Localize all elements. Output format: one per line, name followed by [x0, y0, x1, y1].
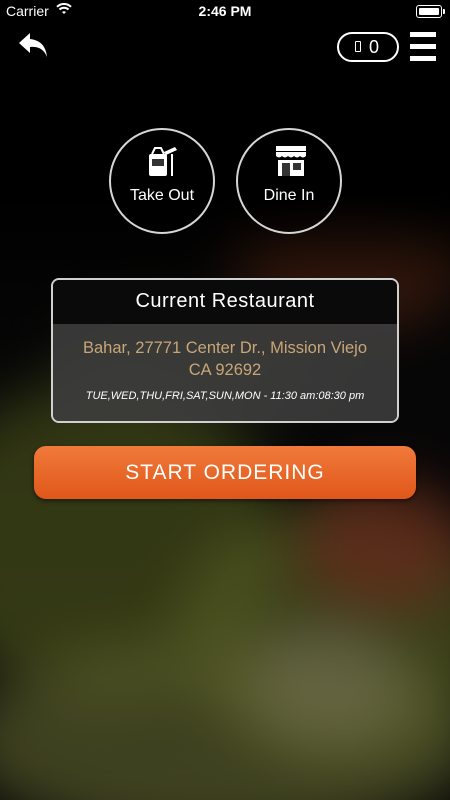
address-line-1: Bahar, 27771 Center Dr., Mission Viejo [82, 339, 368, 357]
restaurant-details: Bahar, 27771 Center Dr., Mission Viejo C… [53, 324, 397, 421]
start-ordering-button[interactable]: START ORDERING [34, 446, 416, 499]
restaurant-address: Bahar, 27771 Center Dr., Mission Viejo C… [53, 337, 397, 381]
card-title: Current Restaurant [53, 280, 397, 324]
current-restaurant-card[interactable]: Current Restaurant Bahar, 27771 Center D… [51, 278, 399, 423]
takeout-bag-icon [149, 147, 177, 176]
back-arrow-icon[interactable] [16, 30, 52, 62]
opening-hours: TUE,WED,THU,FRI,SAT,SUN,MON - 11:30 am:0… [85, 390, 365, 402]
battery-icon [416, 5, 445, 18]
dine-in-button[interactable]: Dine In [236, 128, 342, 234]
take-out-button[interactable]: Take Out [109, 128, 215, 234]
cart-count: 0 [369, 37, 380, 57]
hamburger-menu-icon[interactable] [410, 32, 436, 62]
cart-icon [355, 41, 361, 52]
clock: 2:46 PM [198, 3, 252, 19]
cart-button[interactable]: 0 [337, 32, 399, 62]
storefront-icon [276, 146, 306, 176]
status-bar: Carrier 2:46 PM [0, 0, 450, 22]
dine-in-label: Dine In [263, 187, 315, 204]
address-line-2: CA 92692 [188, 361, 262, 379]
take-out-label: Take Out [129, 187, 195, 204]
